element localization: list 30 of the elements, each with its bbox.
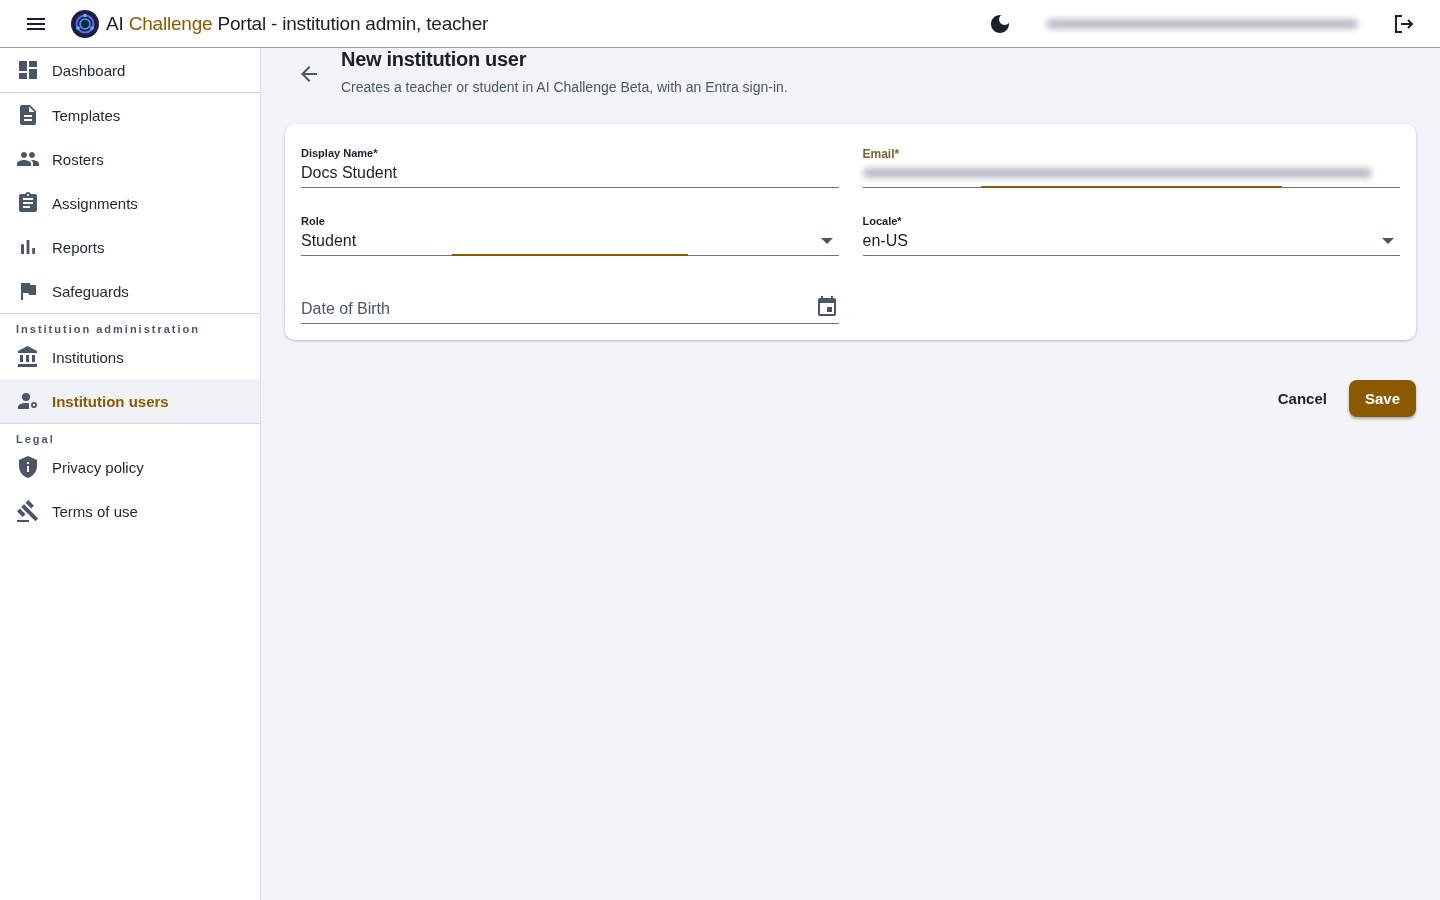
page-subtitle: Creates a teacher or student in AI Challenge Beta, with an Entra sign-in. bbox=[341, 79, 788, 95]
sidebar-item[interactable]: Terms of use bbox=[0, 489, 260, 533]
sidebar-item[interactable]: Institution users bbox=[0, 379, 260, 423]
logo-icon bbox=[70, 8, 100, 39]
cancel-button[interactable]: Cancel bbox=[1261, 380, 1343, 417]
sidebar-item[interactable]: Reports bbox=[0, 225, 260, 269]
section-heading: Legal bbox=[15, 432, 56, 445]
dropdown-caret-icon bbox=[1382, 238, 1394, 244]
dropdown-caret-icon bbox=[820, 238, 833, 244]
page-title: New institution user bbox=[341, 48, 528, 71]
save-button[interactable]: Save bbox=[1348, 380, 1416, 417]
sidebar-item[interactable]: Rosters bbox=[0, 137, 260, 181]
section-heading: Institution administration bbox=[15, 322, 201, 335]
sidebar-item[interactable]: Safeguards bbox=[0, 269, 260, 313]
email-field[interactable]: Email* bbox=[862, 140, 1400, 188]
bank-icon bbox=[16, 345, 40, 369]
text-field[interactable]: Display Name* Docs Student bbox=[301, 140, 839, 188]
sidebar-item[interactable]: Templates bbox=[0, 93, 260, 137]
clipboard-icon bbox=[16, 191, 40, 215]
shield-icon bbox=[16, 455, 40, 479]
app-title: AI Challenge Portal - institution admin, teacher bbox=[106, 12, 489, 35]
sidebar-item[interactable]: Institutions bbox=[0, 335, 260, 379]
gavel-icon bbox=[16, 499, 40, 523]
select-field[interactable]: Role Student bbox=[301, 208, 839, 256]
sidebar-item[interactable]: Privacy policy bbox=[0, 445, 260, 489]
date-field[interactable]: Date of Birth bbox=[301, 276, 839, 324]
dashboard-icon bbox=[16, 58, 40, 82]
select-field[interactable]: Locale* en-US bbox=[862, 208, 1400, 256]
sidebar-item[interactable]: Assignments bbox=[0, 181, 260, 225]
sidebar-item[interactable]: Dashboard bbox=[0, 48, 260, 92]
